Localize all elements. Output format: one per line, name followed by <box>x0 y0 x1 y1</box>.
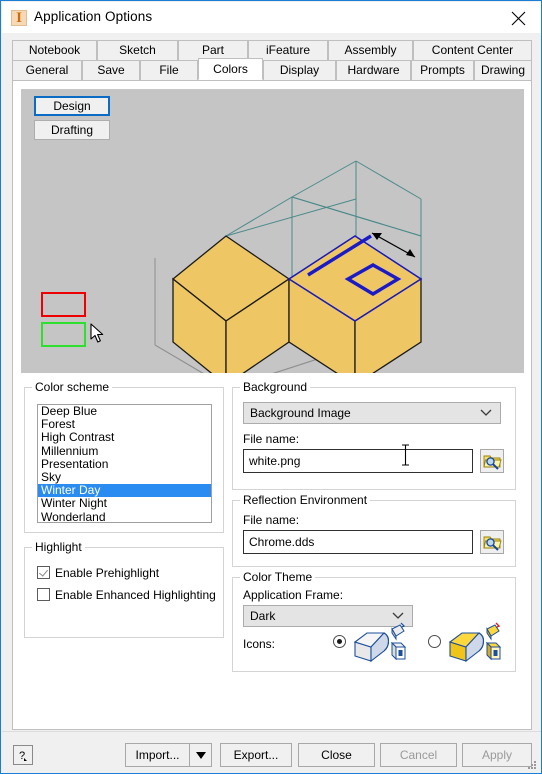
reflection-environment-group: Reflection Environment File name: Chrome… <box>232 493 516 567</box>
import-button[interactable]: Import... <box>125 743 190 767</box>
preview-design-button[interactable]: Design <box>34 96 110 116</box>
reflection-browse-button[interactable] <box>480 530 504 554</box>
tab-strip: Notebook Sketch Part iFeature Assembly C… <box>1 34 541 81</box>
tab-drawing[interactable]: Drawing <box>474 60 532 80</box>
tab-file[interactable]: File <box>140 60 198 80</box>
color-scheme-legend: Color scheme <box>32 380 113 394</box>
tab-colors[interactable]: Colors <box>198 58 263 80</box>
highlight-legend: Highlight <box>32 540 85 554</box>
resize-grip-icon[interactable] <box>526 759 538 771</box>
icons-light-radio[interactable] <box>333 635 346 648</box>
application-frame-label: Application Frame: <box>243 588 344 602</box>
color-theme-group: Color Theme Application Frame: Dark Icon… <box>232 570 516 672</box>
application-frame-value: Dark <box>250 609 276 623</box>
color-theme-legend: Color Theme <box>240 570 316 584</box>
application-options-dialog: I Application Options Notebook Sketch Pa… <box>0 0 542 774</box>
reflection-legend: Reflection Environment <box>240 493 371 507</box>
preview-swatch-green <box>41 322 86 347</box>
background-type-value: Background Image <box>250 406 351 420</box>
enable-enhanced-highlighting-label: Enable Enhanced Highlighting <box>55 588 216 602</box>
background-file-label: File name: <box>243 432 300 446</box>
export-button[interactable]: Export... <box>220 743 292 767</box>
icons-amber-radio[interactable] <box>428 635 441 648</box>
tab-row-top: Notebook Sketch Part iFeature Assembly C… <box>1 40 541 60</box>
chevron-down-icon <box>480 409 492 416</box>
close-dialog-button[interactable]: Close <box>298 743 375 767</box>
tab-content-center[interactable]: Content Center <box>413 40 532 60</box>
import-dropdown-button[interactable] <box>190 743 212 767</box>
inventor-app-icon: I <box>11 10 27 26</box>
scheme-item-wonderland[interactable]: Wonderland <box>38 510 211 522</box>
colors-tab-panel: Design Drafting Color scheme Deep Blue F… <box>12 80 532 730</box>
tab-part[interactable]: Part <box>178 40 248 60</box>
color-scheme-listbox[interactable]: Deep Blue Forest High Contrast Millenniu… <box>37 404 212 523</box>
scheme-item-winter-night[interactable]: Winter Night <box>38 497 211 510</box>
help-button[interactable]: ? <box>13 745 33 765</box>
enable-enhanced-highlighting-checkbox[interactable] <box>37 588 50 601</box>
tab-save[interactable]: Save <box>82 60 140 80</box>
tab-notebook[interactable]: Notebook <box>12 40 97 60</box>
tab-sketch[interactable]: Sketch <box>97 40 178 60</box>
scheme-item-millennium[interactable]: Millennium <box>38 444 211 458</box>
scheme-item-presentation[interactable]: Presentation <box>38 457 211 471</box>
window-title: Application Options <box>34 9 153 24</box>
cancel-button[interactable]: Cancel <box>380 743 457 767</box>
preview-drafting-button[interactable]: Drafting <box>34 120 110 140</box>
reflection-file-label: File name: <box>243 513 300 527</box>
tab-ifeature[interactable]: iFeature <box>248 40 328 60</box>
color-preview-viewport: Design Drafting <box>21 89 524 373</box>
folder-search-icon <box>483 536 502 551</box>
tab-row-bottom: General Save File Colors Display Hardwar… <box>1 58 541 80</box>
background-group: Background Background Image File name: w… <box>232 380 516 490</box>
enable-enhanced-highlighting-checkbox-row[interactable]: Enable Enhanced Highlighting <box>37 588 216 602</box>
close-button[interactable] <box>496 2 541 34</box>
text-cursor-ibeam-icon <box>402 444 409 466</box>
tab-hardware[interactable]: Hardware <box>336 60 411 80</box>
color-scheme-group: Color scheme Deep Blue Forest High Contr… <box>24 380 224 533</box>
highlight-group: Highlight Enable Prehighlight Enable Enh… <box>24 540 224 638</box>
enable-prehighlight-checkbox-row[interactable]: Enable Prehighlight <box>37 566 159 580</box>
light-icon-set[interactable] <box>351 620 409 662</box>
folder-search-icon <box>483 455 502 470</box>
caret-down-icon <box>196 752 206 759</box>
app-icon-glyph: I <box>16 10 22 26</box>
tab-assembly[interactable]: Assembly <box>328 40 413 60</box>
background-legend: Background <box>240 380 311 394</box>
apply-button[interactable]: Apply <box>462 743 532 767</box>
enable-prehighlight-label: Enable Prehighlight <box>55 566 160 580</box>
tab-prompts[interactable]: Prompts <box>411 60 474 80</box>
background-file-input[interactable]: white.png <box>243 449 473 473</box>
close-icon <box>511 11 526 26</box>
dialog-footer: ? Import... Export... Close Cancel Apply <box>2 731 541 773</box>
help-icon: ? <box>19 750 27 762</box>
title-bar: I Application Options <box>2 2 541 34</box>
scheme-item-high-contrast[interactable]: High Contrast <box>38 431 211 444</box>
reflection-file-input[interactable]: Chrome.dds <box>243 530 473 554</box>
icons-label: Icons: <box>243 637 276 651</box>
background-browse-button[interactable] <box>480 449 504 473</box>
mouse-pointer-icon <box>90 323 104 343</box>
preview-swatch-red <box>41 292 86 317</box>
enable-prehighlight-checkbox[interactable] <box>37 566 50 579</box>
background-type-dropdown[interactable]: Background Image <box>243 402 501 424</box>
amber-icon-set[interactable] <box>446 620 504 662</box>
tab-display[interactable]: Display <box>263 60 336 80</box>
tab-general[interactable]: General <box>12 60 82 80</box>
